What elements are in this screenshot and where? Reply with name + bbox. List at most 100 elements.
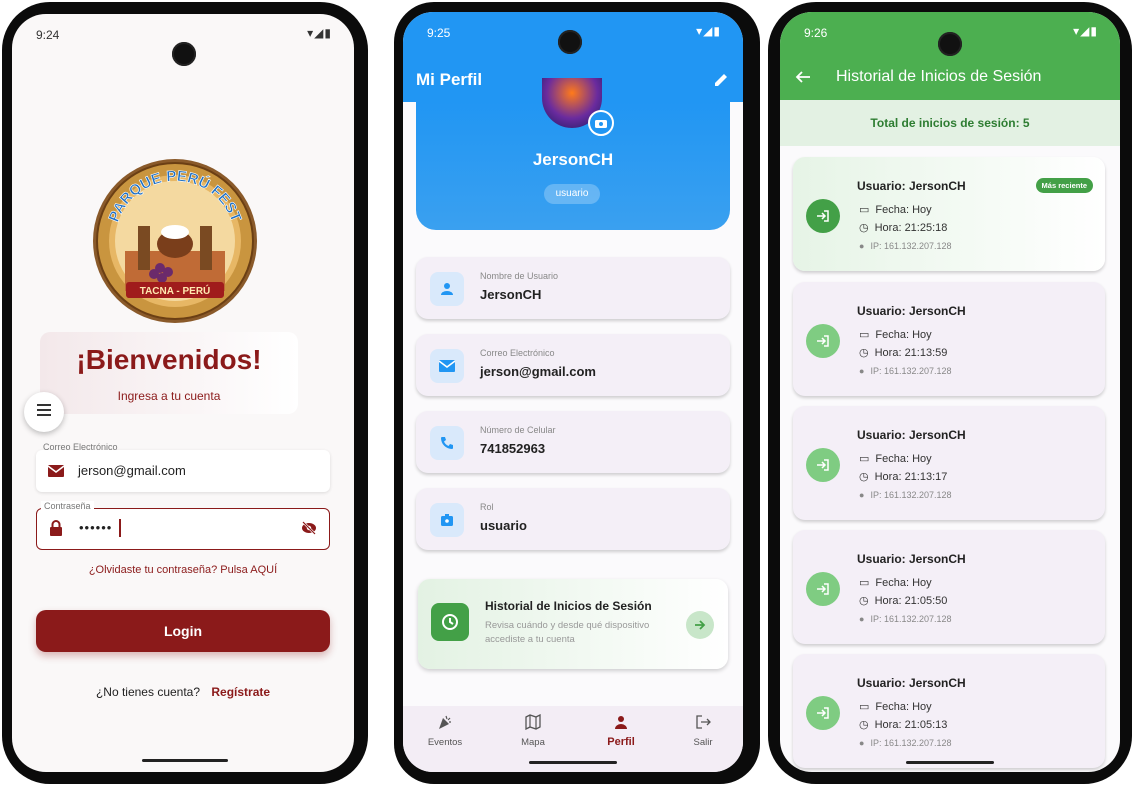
nav-label: Eventos xyxy=(427,737,463,748)
session-user: Usuario: JersonCH xyxy=(857,304,966,318)
session-ip: IP: 161.132.207.128 xyxy=(870,366,952,376)
edit-icon[interactable] xyxy=(713,72,729,93)
home-indicator xyxy=(906,761,994,764)
session-time-row: ◷ Hora: 21:13:59 xyxy=(859,346,947,360)
back-arrow-icon[interactable] xyxy=(795,70,811,89)
login-icon xyxy=(806,324,840,358)
history-icon xyxy=(431,603,469,641)
no-account-text: ¿No tienes cuenta? xyxy=(95,685,201,699)
field-label: Rol xyxy=(480,502,494,512)
login-icon xyxy=(806,199,840,233)
session-time: Hora: 21:25:18 xyxy=(874,221,948,234)
front-camera xyxy=(558,30,582,54)
nav-perfil[interactable]: Perfil xyxy=(591,714,651,748)
session-time: Hora: 21:05:50 xyxy=(874,594,948,607)
total-banner: Total de inicios de sesión: 5 xyxy=(780,100,1120,146)
history-screen: 9:26 ▾◢▮ Historial de Inicios de Sesión … xyxy=(780,12,1120,772)
email-field[interactable]: Correo Electrónico jerson@gmail.com xyxy=(36,442,330,492)
welcome-card: ¡Bienvenidos! Ingresa a tu cuenta xyxy=(40,332,298,414)
login-icon xyxy=(806,696,840,730)
role-card: Rol usuario xyxy=(416,488,730,550)
camera-icon[interactable] xyxy=(588,110,614,136)
person-icon xyxy=(613,716,629,734)
status-time: 9:26 xyxy=(804,26,828,40)
status-icons: ▾◢▮ xyxy=(696,24,721,38)
password-field[interactable]: Contraseña •••••• xyxy=(36,501,330,550)
map-icon xyxy=(525,713,541,734)
visibility-off-icon[interactable] xyxy=(301,521,317,540)
location-icon: ● xyxy=(859,738,865,748)
calendar-icon: ▭ xyxy=(859,577,870,589)
password-value: •••••• xyxy=(79,520,113,535)
session-time-row: ◷ Hora: 21:13:17 xyxy=(859,470,947,484)
phone-icon xyxy=(430,426,464,460)
field-value: usuario xyxy=(480,518,527,533)
menu-button[interactable] xyxy=(24,392,64,432)
session-user: Usuario: JersonCH xyxy=(857,552,966,566)
clock-icon: ◷ xyxy=(859,471,869,483)
login-history-card[interactable]: Historial de Inicios de Sesión Revisa cu… xyxy=(418,579,728,669)
field-label: Número de Celular xyxy=(480,425,556,435)
username-card: Nombre de Usuario JersonCH xyxy=(416,257,730,319)
page-title: Historial de Inicios de Sesión xyxy=(836,68,1042,85)
session-card: Usuario: JersonCH ▭ Fecha: Hoy ◷ Hora: 21:… xyxy=(793,530,1105,644)
nav-eventos[interactable]: Eventos xyxy=(415,714,475,748)
forgot-password-link[interactable]: ¿Olvidaste tu contraseña? Pulsa AQUÍ xyxy=(12,564,354,576)
session-ip: IP: 161.132.207.128 xyxy=(870,490,952,500)
session-ip-row: ● IP: 161.132.207.128 xyxy=(859,366,952,376)
recent-badge: Más reciente xyxy=(1035,178,1093,193)
front-camera xyxy=(172,42,196,66)
session-ip: IP: 161.132.207.128 xyxy=(870,614,952,624)
logo-banner-text: TACNA - PERÚ xyxy=(140,284,211,297)
session-date-row: ▭ Fecha: Hoy xyxy=(859,328,932,342)
session-user: Usuario: JersonCH xyxy=(857,676,966,690)
welcome-title: ¡Bienvenidos! xyxy=(76,344,262,375)
person-icon xyxy=(430,272,464,306)
session-date-row: ▭ Fecha: Hoy xyxy=(859,203,932,217)
logout-icon xyxy=(695,715,711,734)
login-icon xyxy=(806,572,840,606)
session-user: Usuario: JersonCH xyxy=(857,179,966,193)
profile-header: JersonCH usuario xyxy=(416,78,730,230)
history-phone: 9:26 ▾◢▮ Historial de Inicios de Sesión … xyxy=(768,2,1132,784)
calendar-icon: ▭ xyxy=(859,329,870,341)
session-user: Usuario: JersonCH xyxy=(857,428,966,442)
email-card: Correo Electrónico jerson@gmail.com xyxy=(416,334,730,396)
text-cursor xyxy=(119,519,121,537)
password-label: Contraseña xyxy=(41,501,94,511)
session-date: Fecha: Hoy xyxy=(875,452,932,465)
profile-username: JersonCH xyxy=(532,150,614,169)
role-badge: usuario xyxy=(544,184,600,204)
clock-icon: ◷ xyxy=(859,222,869,234)
session-card: Usuario: JersonCH ▭ Fecha: Hoy ◷ Hora: 21:… xyxy=(793,406,1105,520)
status-time: 9:25 xyxy=(427,26,451,40)
nav-label: Perfil xyxy=(607,736,635,748)
profile-phone: 9:25 ▾◢▮ Mi Perfil JersonCH usuario Nomb… xyxy=(394,2,760,784)
home-indicator xyxy=(142,759,228,762)
mail-icon xyxy=(430,349,464,383)
register-link[interactable]: Regístrate xyxy=(211,685,270,699)
login-screen: 9:24 ▾◢▮ TACNA - PERÚ PARQUE PERÚ FEST ¡… xyxy=(12,14,354,772)
clock-icon: ◷ xyxy=(859,719,869,731)
login-button[interactable]: Login xyxy=(36,610,330,652)
login-icon xyxy=(806,448,840,482)
session-time: Hora: 21:05:13 xyxy=(874,718,948,731)
field-value: JersonCH xyxy=(480,287,542,302)
session-card: Usuario: JersonCH Más reciente ▭ Fecha: H… xyxy=(793,157,1105,271)
page-title: Mi Perfil xyxy=(416,70,483,89)
session-card: Usuario: JersonCH ▭ Fecha: Hoy ◷ Hora: 21:… xyxy=(793,282,1105,396)
session-card: Usuario: JersonCH ▭ Fecha: Hoy ◷ Hora: 21:… xyxy=(793,654,1105,768)
field-label: Nombre de Usuario xyxy=(480,271,559,281)
session-ip-row: ● IP: 161.132.207.128 xyxy=(859,490,952,500)
location-icon: ● xyxy=(859,366,865,376)
total-count: Total de inicios de sesión: 5 xyxy=(870,116,1030,130)
session-time-row: ◷ Hora: 21:25:18 xyxy=(859,221,948,235)
clock-icon: ◷ xyxy=(859,347,869,359)
nav-salir[interactable]: Salir xyxy=(673,714,733,748)
session-date-row: ▭ Fecha: Hoy xyxy=(859,576,932,590)
session-ip: IP: 161.132.207.128 xyxy=(870,241,952,251)
arrow-forward-icon[interactable] xyxy=(686,611,714,639)
celebration-icon xyxy=(437,715,453,734)
home-indicator xyxy=(529,761,617,764)
nav-mapa[interactable]: Mapa xyxy=(503,713,563,748)
